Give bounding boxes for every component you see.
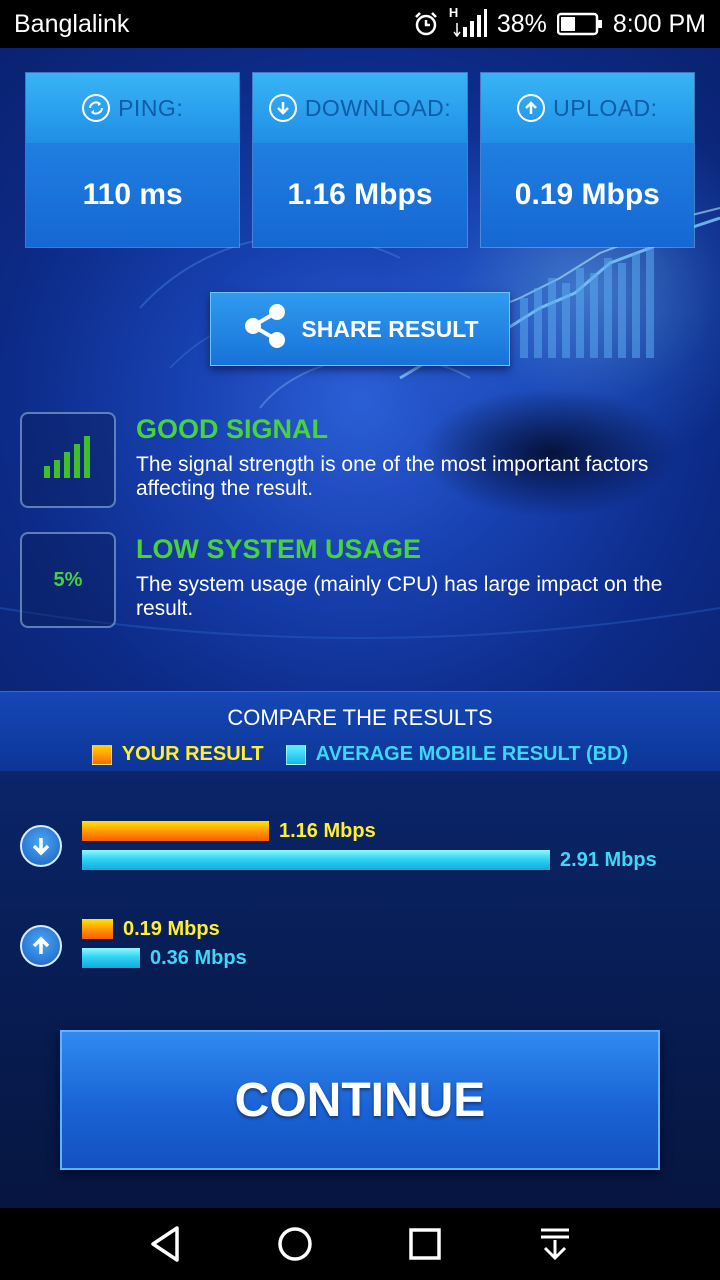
upload-card: UPLOAD: 0.19 Mbps (479, 72, 695, 248)
upload-label: UPLOAD: (553, 94, 658, 121)
download-value: 1.16 Mbps (253, 143, 467, 247)
legend-average-result-label: AVERAGE MOBILE RESULT (BD) (315, 743, 629, 765)
system-usage-info: 5% LOW SYSTEM USAGE The system usage (ma… (20, 532, 680, 628)
ping-value: 110 ms (26, 143, 240, 247)
battery-percent: 38% (496, 9, 547, 38)
compare-header: COMPARE THE RESULTS YOUR RESULT AVERAGE … (0, 691, 720, 771)
signal-title: GOOD SIGNAL (136, 414, 329, 444)
compare-legend: YOUR RESULT AVERAGE MOBILE RESULT (BD) (0, 743, 720, 766)
share-result-button[interactable]: SHARE RESULT (210, 292, 510, 366)
download-card-header: DOWNLOAD: (253, 73, 467, 143)
network-type: H (448, 5, 459, 20)
upload-your-result-bar (82, 919, 113, 939)
notification-pull-button[interactable] (525, 1214, 585, 1274)
pull-down-icon (541, 1228, 569, 1261)
download-compare-icon (20, 825, 62, 867)
metric-cards: PING: 110 ms DOWNLOAD: 1.16 Mbps UPLOAD:… (25, 72, 695, 248)
continue-button[interactable]: CONTINUE (60, 1030, 660, 1170)
download-average-label: 2.91 Mbps (560, 849, 657, 871)
signal-strength-icon: H (449, 5, 487, 39)
upload-card-header: UPLOAD: (480, 73, 694, 143)
ping-label: PING: (118, 94, 184, 121)
download-your-result-bar (82, 821, 269, 841)
home-button[interactable] (265, 1214, 325, 1274)
system-usage-title: LOW SYSTEM USAGE (136, 534, 422, 564)
legend-your-result: YOUR RESULT (91, 743, 264, 766)
share-icon (241, 302, 289, 356)
upload-compare-icon (20, 925, 62, 967)
clock-time: 8:00 PM (612, 9, 706, 38)
status-bar: Banglalink H 38% 8:00 PM (0, 0, 720, 48)
carrier-name: Banglalink (14, 9, 130, 38)
signal-description: The signal strength is one of the most i… (136, 453, 649, 500)
upload-average-label: 0.36 Mbps (150, 947, 247, 969)
upload-value: 0.19 Mbps (480, 143, 694, 247)
share-result-label: SHARE RESULT (301, 315, 479, 342)
upload-arrow-icon (517, 94, 546, 122)
back-triangle-icon (151, 1226, 179, 1262)
home-circle-icon (278, 1227, 312, 1261)
upload-your-result-label: 0.19 Mbps (123, 918, 220, 940)
legend-your-result-label: YOUR RESULT (121, 743, 264, 765)
recent-apps-button[interactable] (395, 1214, 455, 1274)
system-usage-description: The system usage (mainly CPU) has large … (136, 573, 663, 620)
download-card: DOWNLOAD: 1.16 Mbps (252, 72, 468, 248)
download-your-result-label: 1.16 Mbps (279, 820, 376, 842)
average-result-swatch (285, 744, 306, 765)
system-usage-value: 5% (53, 568, 83, 591)
download-average-bar (82, 850, 550, 870)
your-result-swatch (91, 744, 112, 765)
legend-average-result: AVERAGE MOBILE RESULT (BD) (285, 743, 629, 766)
signal-bars-icon (42, 434, 94, 486)
ping-arrows-icon (82, 94, 111, 122)
continue-label: CONTINUE (234, 1073, 486, 1127)
download-arrow-icon (268, 94, 297, 122)
navigation-bar (0, 1208, 720, 1280)
system-usage-box: 5% (20, 532, 116, 628)
signal-box (20, 412, 116, 508)
upload-average-bar (82, 948, 140, 968)
ping-card: PING: 110 ms (25, 72, 241, 248)
ping-card-header: PING: (26, 73, 240, 143)
alarm-clock-icon (413, 11, 439, 37)
compare-title: COMPARE THE RESULTS (227, 705, 493, 730)
download-label: DOWNLOAD: (304, 94, 452, 121)
signal-info: GOOD SIGNAL The signal strength is one o… (20, 412, 680, 508)
back-button[interactable] (135, 1214, 195, 1274)
recent-apps-square-icon (409, 1228, 441, 1260)
battery-icon (556, 12, 603, 36)
